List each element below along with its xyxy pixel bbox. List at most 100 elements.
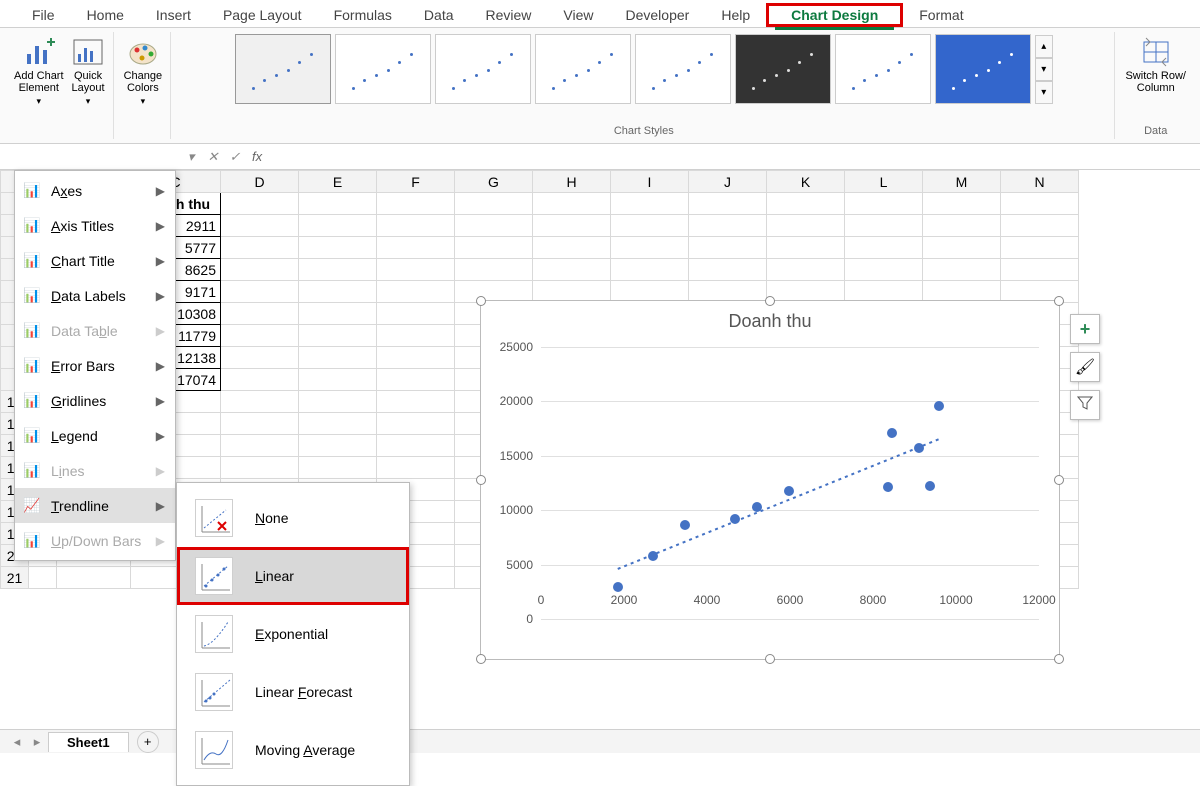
sheet-area: BCDEFGHIJKLMNii phíDoanh thu184929112708… — [0, 170, 1200, 729]
add-sheet-button[interactable]: + — [137, 731, 159, 753]
tab-chart-design[interactable]: Chart Design — [775, 3, 894, 30]
tab-view[interactable]: View — [547, 3, 609, 27]
embedded-chart[interactable]: Doanh thu 050001000015000200002500002000… — [480, 300, 1060, 660]
chart-styles-button[interactable]: 🖌 — [1070, 352, 1100, 382]
tab-review[interactable]: Review — [470, 3, 548, 27]
change-colors-label: Change Colors — [124, 70, 163, 94]
tab-page-layout[interactable]: Page Layout — [207, 3, 318, 27]
chart-style-8[interactable] — [935, 34, 1031, 104]
tab-help[interactable]: Help — [705, 3, 766, 27]
chart-style-5[interactable] — [635, 34, 731, 104]
resize-handle-ne[interactable] — [1054, 296, 1064, 306]
trendline-linear-forecast[interactable]: Linear Forecast — [177, 663, 409, 721]
group-data: Switch Row/ Column Data — [1117, 32, 1194, 139]
tab-data[interactable]: Data — [408, 3, 470, 27]
formula-dropdown-icon[interactable]: ▾ — [180, 149, 202, 165]
switch-row-column-label: Switch Row/ Column — [1125, 70, 1186, 94]
formula-input[interactable] — [272, 149, 1200, 164]
sheet-nav-first[interactable]: ◂ — [8, 734, 26, 750]
resize-handle-se[interactable] — [1054, 654, 1064, 664]
palette-icon — [127, 36, 159, 68]
trendline-exponential-icon — [195, 615, 233, 653]
menu-axes[interactable]: 📊Axes▶ — [15, 173, 175, 208]
menu-lines: 📊Lines▶ — [15, 453, 175, 488]
trendline-submenu: None Linear Exponential Linear Forecast … — [176, 482, 410, 786]
add-chart-element-label: Add Chart Element — [14, 70, 64, 94]
sheet-nav-prev[interactable]: ▸ — [28, 734, 46, 750]
menu-axis-titles[interactable]: 📊Axis Titles▶ — [15, 208, 175, 243]
highlight-chart-design: Chart Design — [766, 3, 903, 27]
trendline-forecast-icon — [195, 673, 233, 711]
dropdown-caret-icon: ▾ — [86, 96, 91, 107]
resize-handle-nw[interactable] — [476, 296, 486, 306]
trendline-exponential[interactable]: Exponential — [177, 605, 409, 663]
formula-cancel-icon[interactable]: ✕ — [202, 149, 224, 165]
trendline-icon: 📈 — [23, 497, 41, 515]
tab-developer[interactable]: Developer — [610, 3, 706, 27]
add-chart-element-menu: 📊Axes▶ 📊Axis Titles▶ 📊Chart Title▶ 📊Data… — [14, 170, 176, 561]
chart-style-1[interactable] — [235, 34, 331, 104]
fx-label[interactable]: fx — [252, 149, 262, 164]
resize-handle-n[interactable] — [765, 296, 775, 306]
tab-formulas[interactable]: Formulas — [318, 3, 408, 27]
trendline-linear-icon — [195, 557, 233, 595]
formula-accept-icon[interactable]: ✓ — [224, 149, 246, 165]
chart-style-4[interactable] — [535, 34, 631, 104]
group-change-colors: Change Colors ▾ — [116, 32, 172, 139]
chart-styles-group-label: Chart Styles — [614, 125, 674, 137]
menu-data-labels[interactable]: 📊Data Labels▶ — [15, 278, 175, 313]
chart-style-6[interactable] — [735, 34, 831, 104]
chart-style-7[interactable] — [835, 34, 931, 104]
change-colors-button[interactable]: Change Colors ▾ — [120, 34, 167, 109]
switch-row-column-button[interactable]: Switch Row/ Column — [1121, 34, 1190, 96]
brush-icon: 🖌 — [1075, 357, 1095, 377]
tab-format[interactable]: Format — [903, 3, 979, 27]
chart-style-2[interactable] — [335, 34, 431, 104]
tab-insert[interactable]: Insert — [140, 3, 207, 27]
menu-chart-title[interactable]: 📊Chart Title▶ — [15, 243, 175, 278]
gridlines-icon: 📊 — [23, 392, 41, 410]
chart-elements-button[interactable]: + — [1070, 314, 1100, 344]
chart-title[interactable]: Doanh thu — [481, 311, 1059, 332]
styles-expand[interactable]: ▾ — [1035, 81, 1053, 104]
ribbon-tabs: File Home Insert Page Layout Formulas Da… — [0, 0, 1200, 28]
quick-layout-icon — [72, 36, 104, 68]
trendline-moving-average[interactable]: Moving Average — [177, 721, 409, 779]
axis-titles-icon: 📊 — [23, 217, 41, 235]
trendline-none[interactable]: None — [177, 489, 409, 547]
data-table-icon: 📊 — [23, 322, 41, 340]
ribbon: Add Chart Element ▾ Quick Layout ▾ Chang… — [0, 28, 1200, 144]
menu-updown-bars: 📊Up/Down Bars▶ — [15, 523, 175, 558]
quick-layout-button[interactable]: Quick Layout ▾ — [68, 34, 109, 109]
trendline-none-icon — [195, 499, 233, 537]
tab-file[interactable]: File — [16, 3, 71, 27]
add-chart-element-button[interactable]: Add Chart Element ▾ — [10, 34, 68, 109]
lines-icon: 📊 — [23, 462, 41, 480]
menu-gridlines[interactable]: 📊Gridlines▶ — [15, 383, 175, 418]
resize-handle-sw[interactable] — [476, 654, 486, 664]
menu-legend[interactable]: 📊Legend▶ — [15, 418, 175, 453]
chart-plot-area[interactable]: 0500010000150002000025000020004000600080… — [541, 347, 1039, 619]
plus-icon: + — [1080, 319, 1091, 340]
resize-handle-w[interactable] — [476, 475, 486, 485]
formula-bar: ▾ ✕ ✓ fx — [0, 144, 1200, 170]
styles-scroll-down[interactable]: ▾ — [1035, 58, 1053, 81]
menu-error-bars[interactable]: 📊Error Bars▶ — [15, 348, 175, 383]
styles-scroll-up[interactable]: ▴ — [1035, 35, 1053, 58]
dropdown-caret-icon: ▾ — [37, 96, 42, 107]
sheet-tab-active[interactable]: Sheet1 — [48, 732, 129, 752]
menu-trendline[interactable]: 📈Trendline▶ — [15, 488, 175, 523]
error-bars-icon: 📊 — [23, 357, 41, 375]
chart-style-3[interactable] — [435, 34, 531, 104]
resize-handle-e[interactable] — [1054, 475, 1064, 485]
tab-home[interactable]: Home — [71, 3, 140, 27]
chart-styles-scroll: ▴ ▾ ▾ — [1035, 35, 1053, 104]
trendline-movavg-label: Moving Average — [255, 742, 355, 758]
chart-filters-button[interactable] — [1070, 390, 1100, 420]
trendline-linear[interactable]: Linear — [177, 547, 409, 605]
axes-icon: 📊 — [23, 182, 41, 200]
data-labels-icon: 📊 — [23, 287, 41, 305]
resize-handle-s[interactable] — [765, 654, 775, 664]
chart-styles-row: ▴ ▾ ▾ — [235, 34, 1053, 104]
funnel-icon — [1077, 395, 1093, 416]
